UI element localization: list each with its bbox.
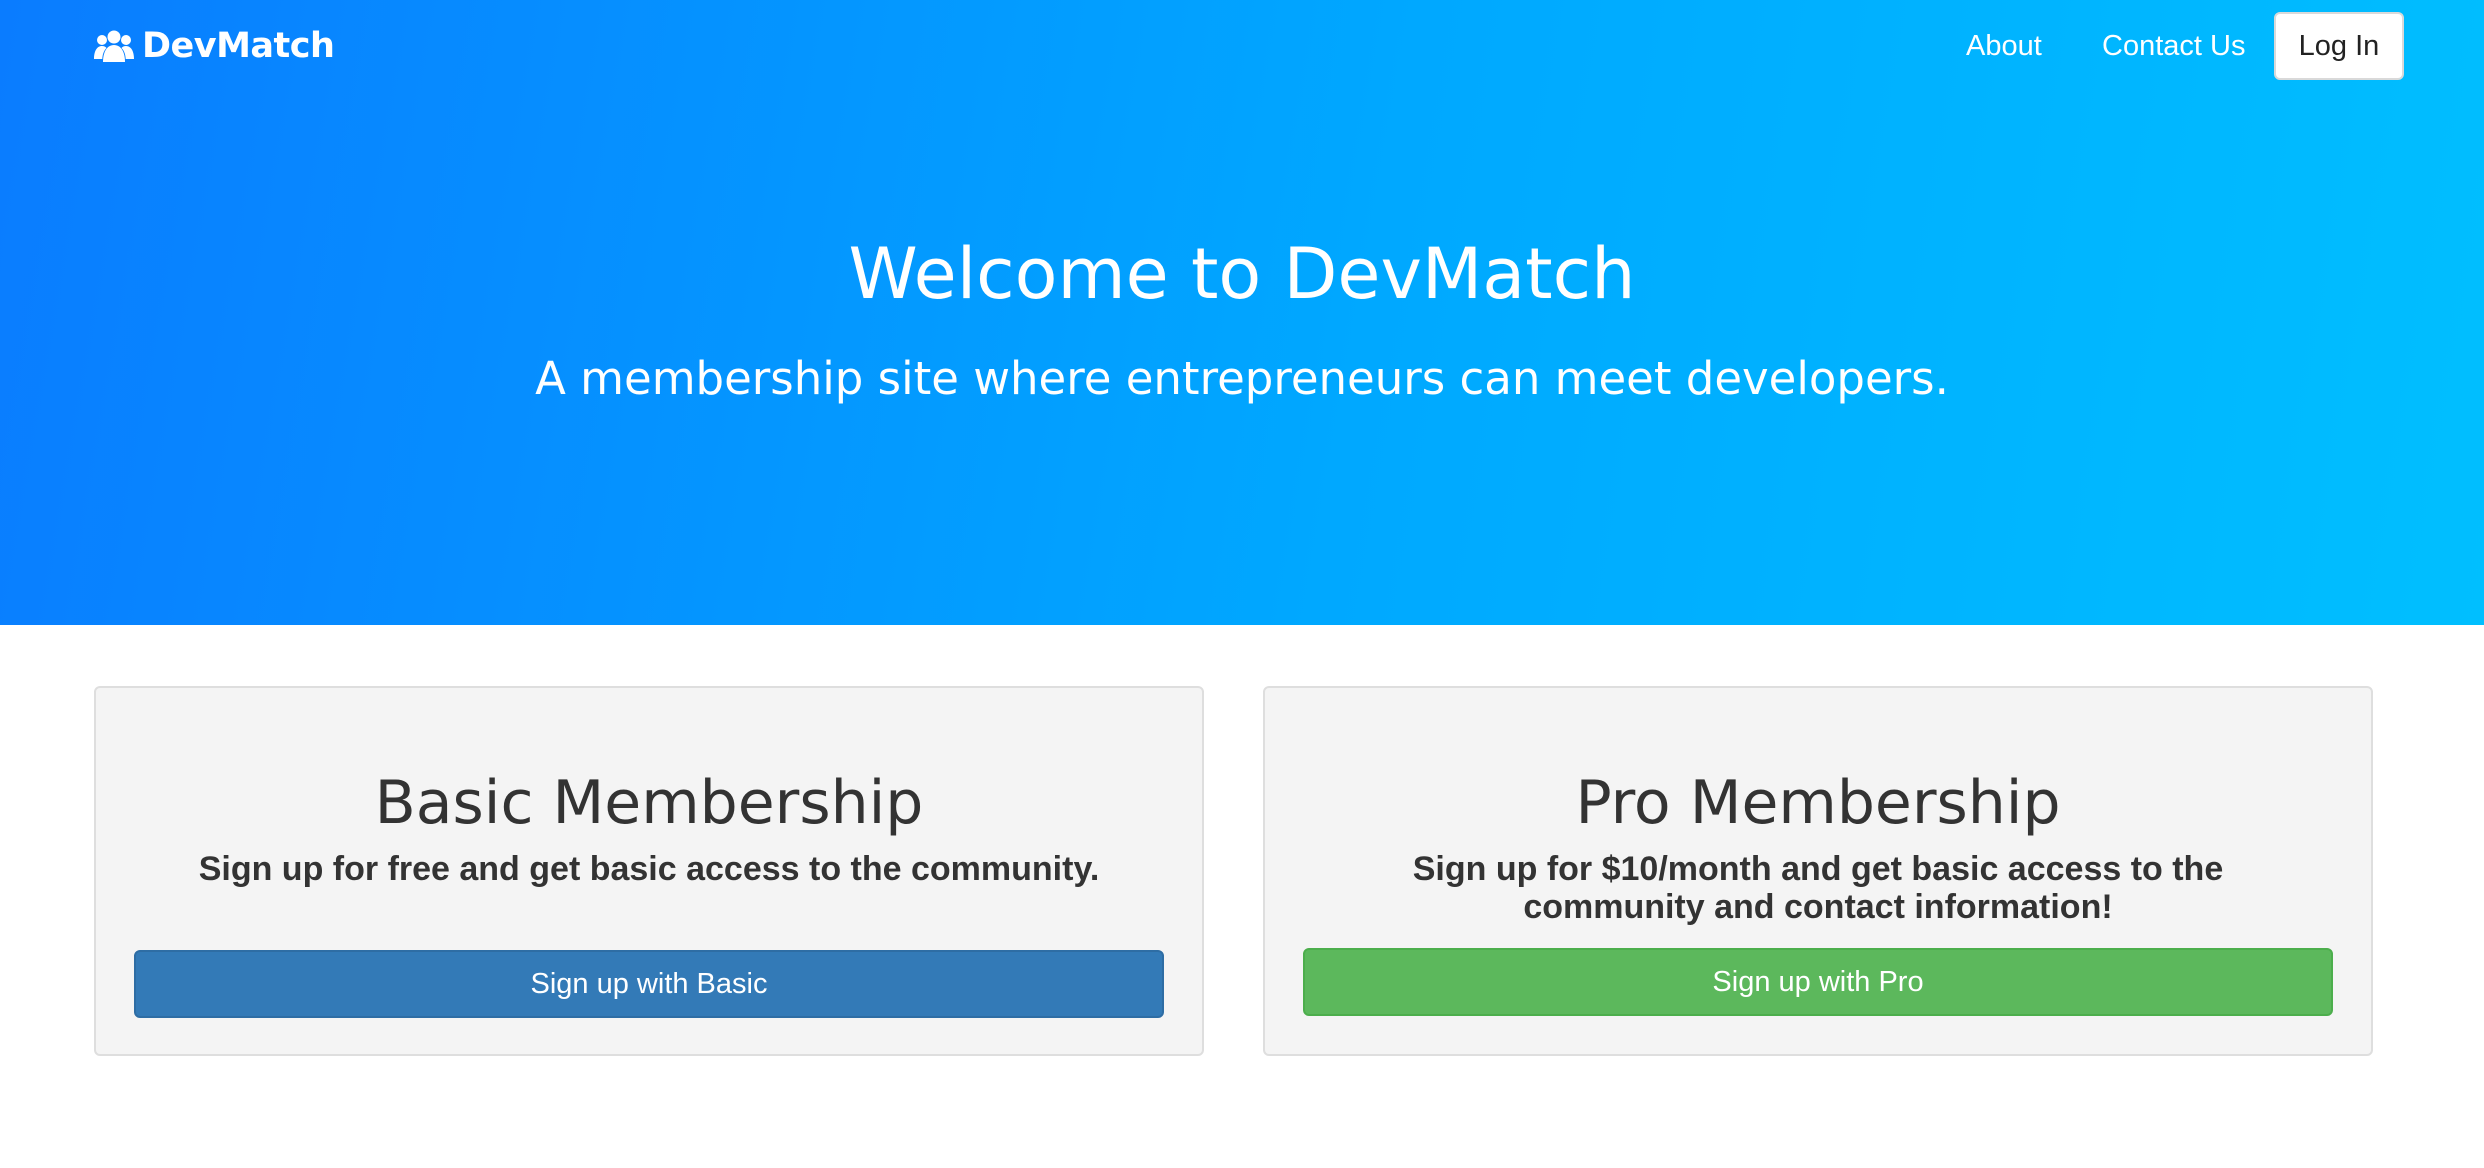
brand-link[interactable]: DevMatch (94, 22, 335, 70)
basic-membership-card: Basic Membership Sign up for free and ge… (94, 686, 1204, 1056)
hero-banner: DevMatch About Contact Us Log In Welcome… (0, 0, 2484, 625)
users-icon (94, 30, 134, 62)
brand-name: DevMatch (142, 26, 335, 66)
nav-about-link[interactable]: About (1966, 26, 2042, 66)
card-title: Basic Membership (374, 768, 924, 838)
signup-pro-button[interactable]: Sign up with Pro (1303, 948, 2333, 1016)
hero-title: Welcome to DevMatch (848, 233, 1636, 315)
card-title: Pro Membership (1575, 768, 2061, 838)
pro-membership-card: Pro Membership Sign up for $10/month and… (1263, 686, 2373, 1056)
card-description: Sign up for $10/month and get basic acce… (1412, 850, 2224, 926)
card-description: Sign up for free and get basic access to… (198, 850, 1100, 888)
nav-contact-link[interactable]: Contact Us (2102, 26, 2245, 66)
hero-subtitle: A membership site where entrepreneurs ca… (535, 352, 1949, 405)
login-button[interactable]: Log In (2274, 12, 2404, 80)
signup-basic-button[interactable]: Sign up with Basic (134, 950, 1164, 1018)
